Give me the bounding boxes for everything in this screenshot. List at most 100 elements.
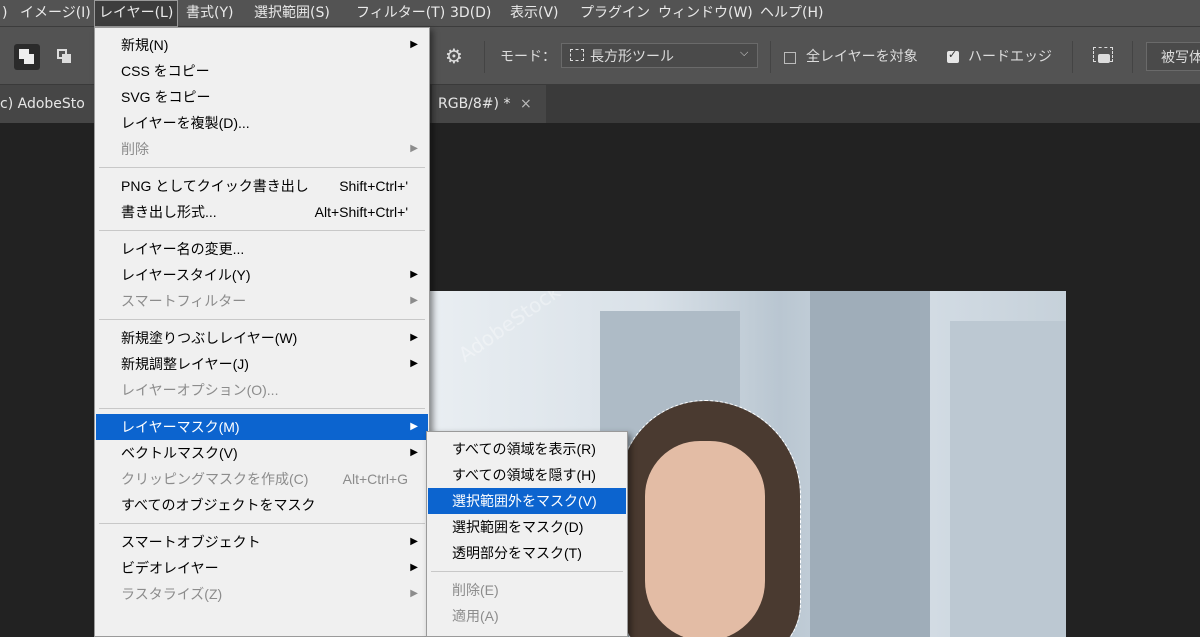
menu-separator [99,230,425,231]
menu-separator [99,319,425,320]
mask-menu-item-label: 適用(A) [452,608,499,624]
layer-menu-item-label: レイヤースタイル(Y) [121,267,251,283]
tab-document-1[interactable]: c) AdobeSto [0,85,94,123]
menu-type[interactable]: 書式(Y) [186,0,233,27]
layer-menu-item[interactable]: ビデオレイヤー ▶ [96,555,428,581]
menu-view[interactable]: 表示(V) [510,0,559,27]
submenu-arrow-icon: ▶ [410,269,418,280]
selection-new-icon[interactable] [14,44,40,70]
layer-menu-item[interactable]: 新規調整レイヤー(J) ▶ [96,351,428,377]
layer-menu: 新規(N) ▶ CSS をコピー SVG をコピーレイヤーを複製(D)... 削除 ▶ PN… [94,27,430,637]
layer-menu-item[interactable]: スマートフィルター ▶ [96,288,428,314]
menu-layer[interactable]: レイヤー(L) [94,0,179,27]
layer-menu-item-shortcut: Alt+Ctrl+G [342,471,408,487]
layer-menu-item[interactable]: 新規(N) ▶ [96,32,428,58]
layer-menu-item-label: SVG をコピー [121,89,211,105]
layer-menu-item-shortcut: Alt+Shift+Ctrl+' [314,204,408,220]
layer-menu-item[interactable]: すべてのオブジェクトをマスク [96,492,428,518]
menu-3d[interactable]: 3D(D) [450,0,491,27]
menu-help[interactable]: ヘルプ(H) [760,0,823,27]
tab-document-2-label: RGB/8#) * [438,96,511,112]
submenu-arrow-icon: ▶ [410,588,418,599]
all-layers-checkbox[interactable] [784,52,796,64]
submenu-arrow-icon: ▶ [410,358,418,369]
layer-menu-item-label: レイヤーマスク(M) [121,419,240,435]
menu-separator [99,408,425,409]
submenu-arrow-icon: ▶ [410,295,418,306]
submenu-arrow-icon: ▶ [410,562,418,573]
menu-image[interactable]: イメージ(I) [20,0,91,27]
checkmark-icon: ✓ [948,48,958,61]
layer-menu-item-label: レイヤー名の変更... [121,241,245,257]
layer-menu-item[interactable]: SVG をコピー [96,84,428,110]
layer-menu-item[interactable]: 新規塗りつぶしレイヤー(W) ▶ [96,325,428,351]
submenu-arrow-icon: ▶ [410,536,418,547]
menu-separator [431,571,623,572]
layer-menu-item[interactable]: CSS をコピー [96,58,428,84]
menu-select[interactable]: 選択範囲(S) [254,0,330,27]
layer-menu-item[interactable]: クリッピングマスクを作成(C) Alt+Ctrl+G [96,466,428,492]
layer-menu-item-label: レイヤーオプション(O)... [121,382,279,398]
menu-filter[interactable]: フィルター(T) [356,0,445,27]
layer-menu-item-label: 新規(N) [121,37,169,53]
layer-menu-item[interactable]: ベクトルマスク(V) ▶ [96,440,428,466]
mask-menu-item-label: 透明部分をマスク(T) [452,545,582,561]
hard-edge-checkbox[interactable]: ✓ [947,48,959,63]
tab-document-1-label: c) AdobeSto [0,96,85,112]
all-layers-label: 全レイヤーを対象 [806,49,918,65]
layer-menu-item-label: ラスタライズ(Z) [121,586,223,602]
layer-menu-item-label: PNG としてクイック書き出し [121,178,309,194]
layer-menu-item-label: クリッピングマスクを作成(C) [121,471,309,487]
rectangle-tool-icon [570,49,584,61]
menu-separator [99,167,425,168]
mode-label: モード： [500,49,556,65]
layer-menu-item[interactable]: 書き出し形式... Alt+Shift+Ctrl+' [96,199,428,225]
submenu-arrow-icon: ▶ [410,143,418,154]
mask-menu-item-label: 選択範囲外をマスク(V) [452,493,597,509]
menu-window[interactable]: ウィンドウ(W) [658,0,753,27]
mask-menu-item[interactable]: 選択範囲をマスク(D) [428,514,626,540]
selection-add-icon[interactable] [52,44,78,70]
layer-menu-item-label: スマートオブジェクト [121,534,261,550]
mask-menu-item-label: 選択範囲をマスク(D) [452,519,584,535]
mask-menu-item[interactable]: 削除(E) [428,577,626,603]
layer-menu-item-label: スマートフィルター [121,293,247,309]
mask-menu-item[interactable]: 透明部分をマスク(T) [428,540,626,566]
layer-menu-item[interactable]: レイヤーを複製(D)... [96,110,428,136]
mask-menu-item[interactable]: 選択範囲外をマスク(V) [428,488,626,514]
select-and-mask-icon[interactable] [1090,44,1116,70]
layer-menu-item-shortcut: Shift+Ctrl+' [339,178,408,194]
close-icon[interactable]: × [520,85,532,123]
layer-menu-item-label: 新規調整レイヤー(J) [121,356,249,372]
layer-menu-item-label: 削除 [121,141,149,157]
layer-menu-item[interactable]: スマートオブジェクト ▶ [96,529,428,555]
mask-menu-item[interactable]: すべての領域を表示(R) [428,436,626,462]
layer-menu-item-label: レイヤーを複製(D)... [121,115,250,131]
mask-menu-item[interactable]: すべての領域を隠す(H) [428,462,626,488]
select-subject-button[interactable]: 被写体 [1146,42,1200,71]
layer-menu-item[interactable]: PNG としてクイック書き出し Shift+Ctrl+' [96,173,428,199]
chevron-down-icon: ⌵ [740,46,749,59]
menu-plugins[interactable]: プラグイン [580,0,650,27]
layer-menu-item-label: すべてのオブジェクトをマスク [121,497,316,513]
layer-menu-item[interactable]: レイヤー名の変更... [96,236,428,262]
mask-menu-item[interactable]: 適用(A) [428,603,626,629]
layer-menu-item[interactable]: レイヤーオプション(O)... [96,377,428,403]
mask-menu-item-label: すべての領域を隠す(H) [452,467,596,483]
layer-menu-item-label: 新規塗りつぶしレイヤー(W) [121,330,298,346]
layer-menu-item[interactable]: レイヤーマスク(M) ▶ [96,414,428,440]
mask-menu-item-label: 削除(E) [452,582,499,598]
tab-document-2[interactable]: RGB/8#) * × [432,85,546,123]
layer-menu-item-label: ベクトルマスク(V) [121,445,238,461]
layer-mask-submenu: すべての領域を表示(R) すべての領域を隠す(H) 選択範囲外をマスク(V) 選択範囲… [426,431,628,637]
menu-edit-partial[interactable]: ) [2,0,7,27]
layer-menu-item[interactable]: ラスタライズ(Z) ▶ [96,581,428,607]
mode-value: 長方形ツール [590,49,674,65]
layer-menu-item[interactable]: 削除 ▶ [96,136,428,162]
menu-separator [99,523,425,524]
submenu-arrow-icon: ▶ [410,39,418,50]
mode-dropdown[interactable]: 長方形ツール ⌵ [561,43,758,68]
gear-icon[interactable]: ⚙ [445,44,463,68]
layer-menu-item[interactable]: レイヤースタイル(Y) ▶ [96,262,428,288]
menu-bar: ) イメージ(I) レイヤー(L) 書式(Y) 選択範囲(S) フィルター(T)… [0,0,1200,27]
